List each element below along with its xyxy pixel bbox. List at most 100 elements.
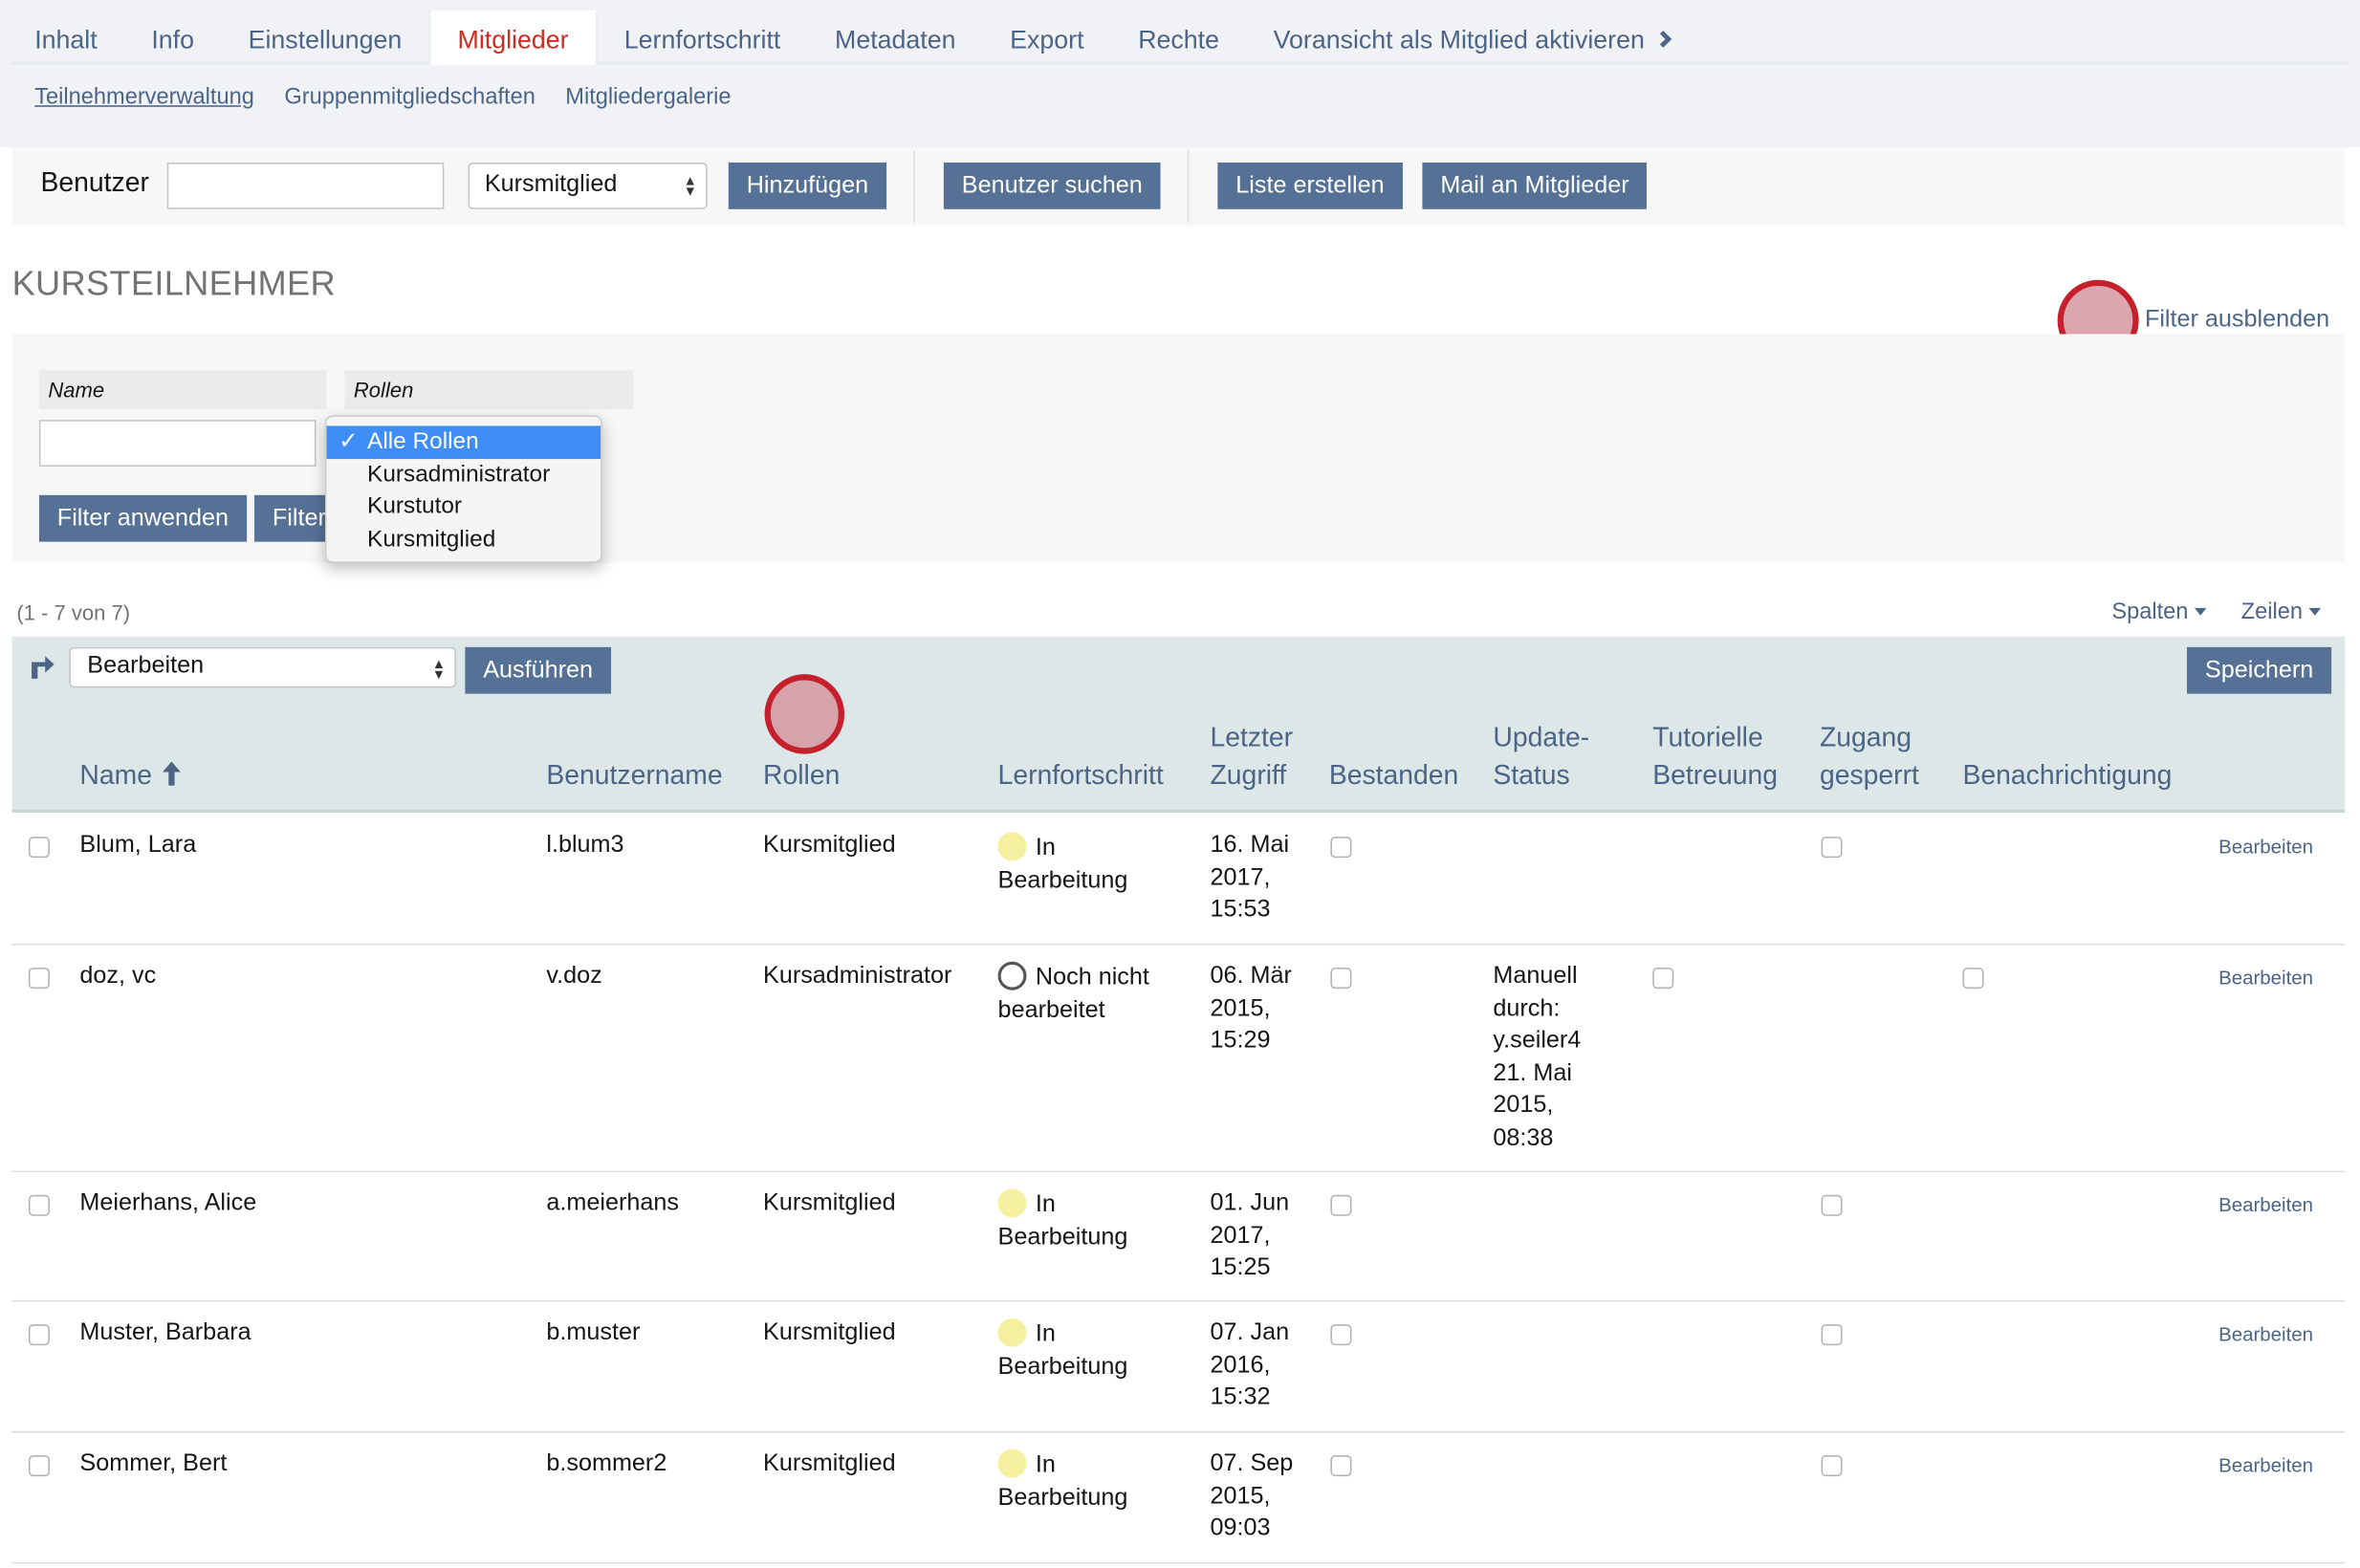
add-button[interactable]: Hinzufügen [728,162,887,209]
edit-link[interactable]: Bearbeiten [2218,967,2313,990]
progress-text: In [1035,1451,1056,1478]
tab-voransicht[interactable]: Voransicht als Mitglied aktivieren [1246,11,1695,65]
row-role: Kursmitglied [763,1450,896,1477]
row-name: Meierhans, Alice [79,1190,257,1216]
row-name: Sommer, Bert [79,1450,228,1477]
progress-text: In [1035,1320,1056,1347]
edit-link[interactable]: Bearbeiten [2218,1453,2313,1476]
section-title: KURSTEILNEHMER [11,263,336,303]
column-header-text: Update- [1493,722,1590,752]
column-header-name-label: Name [79,759,152,791]
passed-checkbox[interactable] [1330,1324,1352,1346]
notification-checkbox[interactable] [1962,968,1984,990]
role-option-kursmitglied[interactable]: Kursmitglied [327,523,601,555]
edit-link[interactable]: Bearbeiten [2218,836,2313,859]
roles-dropdown[interactable]: ✓ Alle Rollen Kursadministrator Kurstutor… [324,415,602,563]
row-username: b.sommer2 [546,1450,667,1477]
save-button[interactable]: Speichern [2187,646,2332,694]
search-users-button[interactable]: Benutzer suchen [943,162,1161,209]
column-header-roles[interactable]: Rollen [763,757,840,795]
column-header-passed[interactable]: Bestanden [1329,757,1458,795]
update-text: Manuell [1493,963,1578,990]
column-header-text: Letzter [1210,722,1294,752]
access-locked-checkbox[interactable] [1821,837,1843,859]
access-locked-checkbox[interactable] [1821,1194,1843,1216]
check-icon: ✓ [339,428,359,455]
role-option-kursadministrator[interactable]: Kursadministrator [327,458,601,490]
bulk-action-select[interactable]: Bearbeiten ▲ ▼ [69,646,456,688]
filter-toggle-link[interactable]: Filter ausblenden [2145,307,2329,334]
subtab-mitgliedergalerie[interactable]: Mitgliedergalerie [565,84,731,110]
access-locked-checkbox[interactable] [1821,1324,1843,1346]
row-progress: In Bearbeitung [997,1448,1127,1514]
filter-apply-button[interactable]: Filter anwenden [38,494,247,542]
row-select-checkbox[interactable] [28,1194,50,1216]
access-text: 09:03 [1210,1515,1271,1541]
passed-checkbox[interactable] [1330,1455,1352,1477]
column-header-tutorial[interactable]: Tutorielle Betreuung [1652,719,1778,795]
access-locked-checkbox[interactable] [1821,1455,1843,1477]
row-last-access: 06. Mär 2015, 15:29 [1210,960,1291,1057]
row-role: Kursmitglied [763,832,896,859]
tab-rechte[interactable]: Rechte [1111,11,1246,65]
column-header-text: Zugang [1819,722,1912,752]
table-row [11,1432,2346,1564]
row-select-checkbox[interactable] [28,968,50,990]
rows-menu[interactable]: Zeilen [2241,599,2321,624]
column-header-name[interactable]: Name [79,757,182,795]
passed-checkbox[interactable] [1330,968,1352,990]
access-text: 2016, [1210,1352,1271,1378]
access-text: 01. Jun [1210,1190,1290,1216]
row-select-checkbox[interactable] [28,1324,50,1346]
update-text: durch: [1493,995,1561,1021]
user-input[interactable] [166,162,445,209]
subtab-teilnehmerverwaltung[interactable]: Teilnehmerverwaltung [34,84,254,110]
edit-link[interactable]: Bearbeiten [2218,1193,2313,1216]
progress-text: Bearbeitung [997,1224,1128,1251]
row-select-checkbox[interactable] [28,1455,50,1477]
create-list-button[interactable]: Liste erstellen [1217,162,1403,209]
tab-mitglieder[interactable]: Mitglieder [428,11,598,65]
filter-name-input[interactable] [38,420,317,467]
role-select-value: Kursmitglied [484,171,618,198]
execute-button[interactable]: Ausführen [465,646,611,694]
role-select[interactable]: Kursmitglied ▲ ▼ [468,162,708,209]
tab-lernfortschritt[interactable]: Lernfortschritt [597,11,807,65]
table-row [11,945,2346,1173]
tab-export[interactable]: Export [983,11,1111,65]
access-text: 15:53 [1210,897,1271,923]
tab-info[interactable]: Info [124,11,221,65]
passed-checkbox[interactable] [1330,1194,1352,1216]
subtab-gruppenmitgliedschaften[interactable]: Gruppenmitgliedschaften [284,84,535,110]
column-header-access-locked[interactable]: Zugang gesperrt [1820,719,1919,795]
result-count: (1 - 7 von 7) [16,600,131,625]
passed-checkbox[interactable] [1330,837,1352,859]
row-progress: In Bearbeitung [997,1318,1127,1383]
tutorial-checkbox[interactable] [1652,968,1674,990]
row-name: Muster, Barbara [79,1319,251,1346]
access-text: 06. Mär [1210,963,1292,990]
in-progress-dot-icon [997,1318,1027,1347]
row-update-status: Manuell durch: y.seiler4 21. Mai 2015, 08:38 [1493,960,1581,1154]
column-header-notification[interactable]: Benachrichtigung [1962,757,2172,795]
column-header-update-status[interactable]: Update- Status [1493,719,1589,795]
mail-members-button[interactable]: Mail an Mitglieder [1422,162,1648,209]
tab-inhalt[interactable]: Inhalt [12,11,124,65]
columns-menu[interactable]: Spalten [2111,599,2207,624]
click-marker [764,674,845,754]
edit-link[interactable]: Bearbeiten [2218,1323,2313,1346]
column-header-last-access[interactable]: Letzter Zugriff [1210,719,1293,795]
tab-metadaten[interactable]: Metadaten [808,11,983,65]
progress-text: In [1035,835,1056,861]
role-option-all[interactable]: ✓ Alle Rollen [326,425,601,459]
row-select-checkbox[interactable] [28,837,50,859]
row-role: Kursadministrator [763,963,952,990]
column-header-progress[interactable]: Lernfortschritt [998,757,1164,795]
row-last-access: 07. Sep 2015, 09:03 [1210,1448,1293,1545]
in-progress-dot-icon [997,1188,1027,1218]
column-header-username[interactable]: Benutzername [546,757,722,795]
toolbar-divider [1187,150,1190,223]
tab-einstellungen[interactable]: Einstellungen [221,11,428,65]
caret-down-icon [2194,607,2207,616]
role-option-kurstutor[interactable]: Kurstutor [327,490,601,523]
